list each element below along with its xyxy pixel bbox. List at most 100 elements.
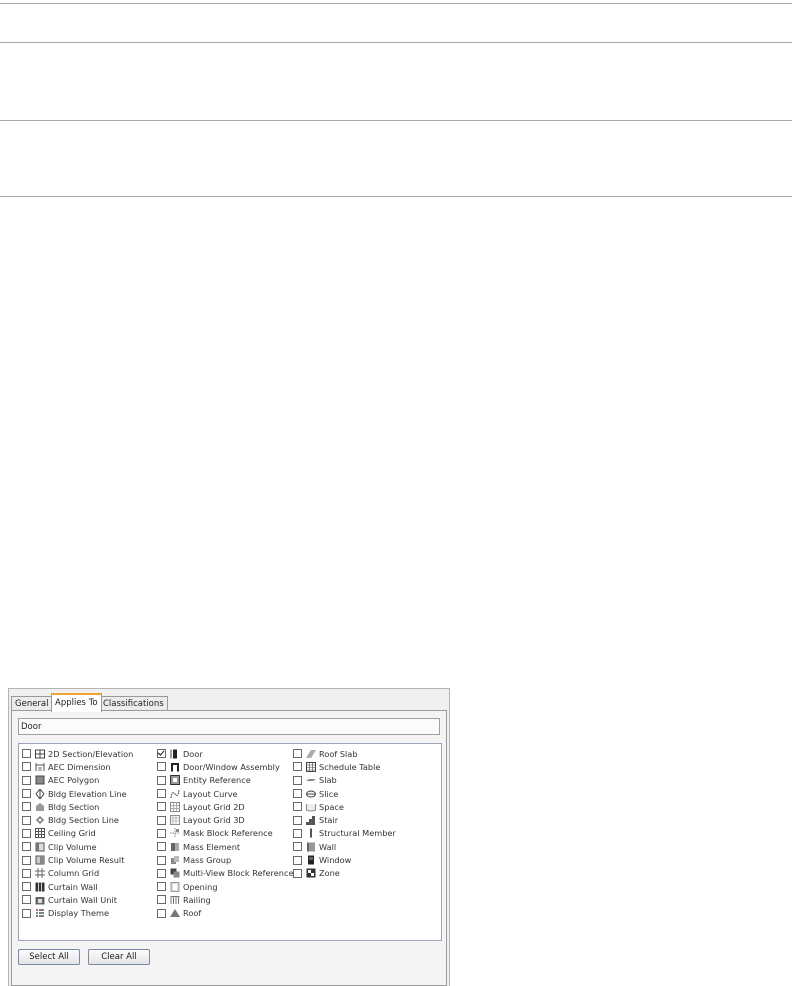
object-type-checkbox[interactable]: [22, 868, 31, 878]
object-type-checkbox[interactable]: [157, 815, 166, 825]
object-type-checkbox[interactable]: [157, 828, 166, 838]
ceiling-grid-icon: [35, 828, 45, 839]
clear-all-button[interactable]: Clear All: [88, 949, 150, 965]
object-type-label: Ceiling Grid: [48, 828, 96, 839]
space-icon: [306, 803, 316, 812]
object-type-item[interactable]: Door: [157, 747, 294, 760]
object-type-checkbox[interactable]: [22, 762, 31, 772]
object-type-item[interactable]: Bldg Section: [22, 800, 133, 813]
object-type-item[interactable]: Layout Grid 2D: [157, 800, 294, 813]
object-type-checkbox[interactable]: [293, 762, 302, 772]
object-type-label: Structural Member: [319, 828, 396, 839]
object-type-checkbox[interactable]: [157, 789, 166, 799]
object-type-item[interactable]: Opening: [157, 880, 294, 893]
object-type-item[interactable]: Clip Volume: [22, 840, 133, 853]
elevation-line-icon: [35, 788, 45, 799]
object-type-checkbox[interactable]: [293, 775, 302, 785]
object-type-item[interactable]: Roof: [157, 907, 294, 920]
object-type-checkbox[interactable]: [22, 749, 31, 759]
object-type-checkbox[interactable]: [157, 842, 166, 852]
object-type-item[interactable]: Display Theme: [22, 907, 133, 920]
object-type-item[interactable]: 2D Section/Elevation: [22, 747, 133, 760]
object-type-item[interactable]: Layout Curve: [157, 787, 294, 800]
object-type-item[interactable]: Roof Slab: [293, 747, 396, 760]
object-type-checkbox[interactable]: [22, 775, 31, 785]
object-type-label: Bldg Section: [48, 801, 100, 812]
object-type-checkbox[interactable]: [157, 775, 166, 785]
object-type-checkbox[interactable]: [293, 828, 302, 838]
object-type-checkbox[interactable]: [293, 802, 302, 812]
tab-applies-to[interactable]: Applies To: [51, 693, 102, 712]
object-type-item[interactable]: Mass Group: [157, 853, 294, 866]
object-type-label: Stair: [319, 815, 339, 826]
object-type-checkbox[interactable]: [293, 855, 302, 865]
object-type-checkbox[interactable]: [22, 815, 31, 825]
curtain-wall-icon: [35, 882, 45, 892]
object-type-item[interactable]: Mass Element: [157, 840, 294, 853]
object-type-item[interactable]: Window: [293, 853, 396, 866]
object-name-field[interactable]: [18, 718, 440, 735]
object-type-checkbox[interactable]: [293, 868, 302, 878]
object-type-item[interactable]: Clip Volume Result: [22, 853, 133, 866]
object-type-item[interactable]: AEC Dimension: [22, 760, 133, 773]
object-type-checkbox[interactable]: [293, 749, 302, 759]
tab-general[interactable]: General: [11, 696, 53, 711]
object-type-checkbox[interactable]: [157, 762, 166, 772]
object-type-checkbox[interactable]: [22, 842, 31, 852]
object-type-checkbox[interactable]: [22, 828, 31, 838]
object-type-item[interactable]: Entity Reference: [157, 774, 294, 787]
object-type-checkbox[interactable]: [157, 868, 166, 878]
structural-member-icon: [310, 828, 312, 838]
object-type-item[interactable]: Door/Window Assembly: [157, 760, 294, 773]
object-type-item[interactable]: Slice: [293, 787, 396, 800]
object-type-checkbox[interactable]: [157, 882, 166, 892]
object-type-item[interactable]: Schedule Table: [293, 760, 396, 773]
clip-volume-result-icon: [35, 855, 45, 865]
object-type-checkbox[interactable]: [22, 895, 31, 905]
object-type-item[interactable]: Zone: [293, 867, 396, 880]
object-type-checkbox[interactable]: [157, 908, 166, 918]
curtain-wall-unit-icon: [35, 896, 45, 905]
object-type-checkbox[interactable]: [22, 908, 31, 918]
object-type-checkbox[interactable]: [293, 815, 302, 825]
object-type-item[interactable]: Curtain Wall: [22, 880, 133, 893]
object-type-checkbox[interactable]: [157, 802, 166, 812]
style-properties-dialog: General Applies To Classifications 2D Se…: [8, 688, 450, 986]
object-type-checkbox[interactable]: [22, 802, 31, 812]
object-type-label: Opening: [183, 881, 218, 892]
object-type-checkbox[interactable]: [157, 895, 166, 905]
display-theme-icon: [36, 909, 44, 917]
object-type-item[interactable]: AEC Polygon: [22, 774, 133, 787]
object-type-item[interactable]: Space: [293, 800, 396, 813]
object-type-label: Bldg Elevation Line: [48, 788, 127, 799]
object-type-checkbox[interactable]: [22, 789, 31, 799]
select-all-button[interactable]: Select All: [18, 949, 80, 965]
object-type-item[interactable]: Column Grid: [22, 867, 133, 880]
object-type-item[interactable]: Railing: [157, 893, 294, 906]
zone-icon: [306, 868, 316, 878]
object-type-item[interactable]: Multi-View Block Reference: [157, 867, 294, 880]
object-type-list[interactable]: 2D Section/Elevation AEC Dimension AEC Pol…: [18, 743, 442, 941]
object-type-label: Clip Volume: [48, 841, 97, 852]
object-type-checkbox[interactable]: [157, 749, 166, 759]
object-type-item[interactable]: Wall: [293, 840, 396, 853]
object-type-item[interactable]: Slab: [293, 774, 396, 787]
object-type-item[interactable]: Structural Member: [293, 827, 396, 840]
tab-classifications[interactable]: Classifications: [99, 696, 168, 711]
object-type-item[interactable]: Mask Block Reference: [157, 827, 294, 840]
object-type-checkbox[interactable]: [293, 789, 302, 799]
object-type-item[interactable]: Bldg Elevation Line: [22, 787, 133, 800]
object-type-item[interactable]: Layout Grid 3D: [157, 813, 294, 826]
layout-grid-3d-icon: [170, 815, 180, 826]
object-type-checkbox[interactable]: [293, 842, 302, 852]
object-type-item[interactable]: Curtain Wall Unit: [22, 893, 133, 906]
object-type-label: Door: [183, 748, 203, 759]
object-type-checkbox[interactable]: [22, 855, 31, 865]
object-type-item[interactable]: Stair: [293, 813, 396, 826]
object-type-label: Column Grid: [48, 868, 100, 879]
object-type-item[interactable]: Ceiling Grid: [22, 827, 133, 840]
object-type-checkbox[interactable]: [22, 882, 31, 892]
object-type-label: Entity Reference: [183, 775, 251, 786]
object-type-item[interactable]: Bldg Section Line: [22, 813, 133, 826]
object-type-checkbox[interactable]: [157, 855, 166, 865]
